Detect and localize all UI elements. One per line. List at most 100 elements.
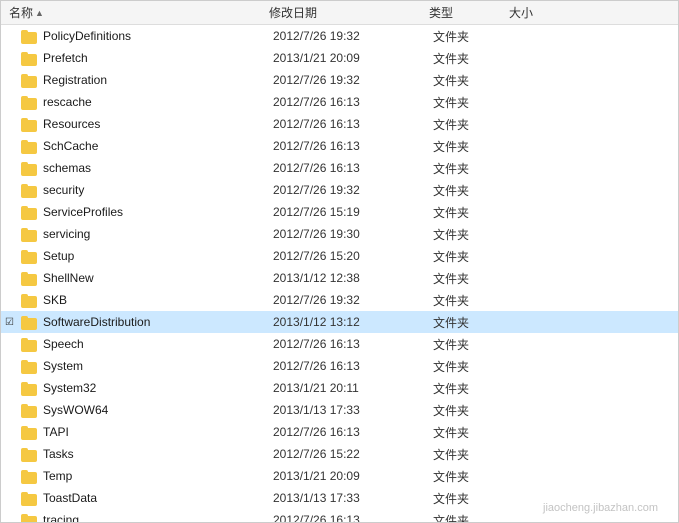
folder-icon (21, 270, 39, 286)
file-name: security (43, 183, 273, 197)
folder-icon (21, 358, 39, 374)
file-type: 文件夹 (433, 490, 513, 507)
header-size[interactable]: 大小 (505, 4, 585, 21)
folder-icon (21, 468, 39, 484)
folder-icon (21, 402, 39, 418)
file-date: 2013/1/13 17:33 (273, 491, 433, 505)
header-name-label: 名称 (9, 4, 33, 21)
file-name: schemas (43, 161, 273, 175)
table-row[interactable]: PolicyDefinitions2012/7/26 19:32文件夹 (1, 25, 678, 47)
table-row[interactable]: Registration2012/7/26 19:32文件夹 (1, 69, 678, 91)
file-date: 2012/7/26 16:13 (273, 513, 433, 522)
folder-icon (21, 490, 39, 506)
header-date[interactable]: 修改日期 (265, 4, 425, 21)
file-name: SKB (43, 293, 273, 307)
folder-icon (21, 380, 39, 396)
file-type: 文件夹 (433, 160, 513, 177)
table-row[interactable]: SKB2012/7/26 19:32文件夹 (1, 289, 678, 311)
table-row[interactable]: rescache2012/7/26 16:13文件夹 (1, 91, 678, 113)
file-type: 文件夹 (433, 424, 513, 441)
file-date: 2013/1/21 20:09 (273, 469, 433, 483)
file-type: 文件夹 (433, 116, 513, 133)
table-row[interactable]: tracing2012/7/26 16:13文件夹 (1, 509, 678, 522)
table-row[interactable]: security2012/7/26 19:32文件夹 (1, 179, 678, 201)
folder-icon (21, 512, 39, 522)
file-date: 2012/7/26 16:13 (273, 425, 433, 439)
file-date: 2012/7/26 19:32 (273, 293, 433, 307)
file-date: 2012/7/26 15:19 (273, 205, 433, 219)
file-name: ShellNew (43, 271, 273, 285)
file-type: 文件夹 (433, 358, 513, 375)
file-date: 2012/7/26 19:32 (273, 29, 433, 43)
file-date: 2012/7/26 16:13 (273, 337, 433, 351)
table-row[interactable]: TAPI2012/7/26 16:13文件夹 (1, 421, 678, 443)
file-type: 文件夹 (433, 248, 513, 265)
folder-icon (21, 204, 39, 220)
folder-icon (21, 446, 39, 462)
sort-arrow-name: ▲ (35, 8, 44, 18)
table-row[interactable]: ☑ SoftwareDistribution2013/1/12 13:12文件夹 (1, 311, 678, 333)
table-row[interactable]: Prefetch2013/1/21 20:09文件夹 (1, 47, 678, 69)
file-name: Registration (43, 73, 273, 87)
header-type-label: 类型 (429, 4, 453, 21)
header-type[interactable]: 类型 (425, 4, 505, 21)
folder-icon (21, 138, 39, 154)
column-header: 名称 ▲ 修改日期 类型 大小 (1, 1, 678, 25)
file-date: 2012/7/26 15:20 (273, 249, 433, 263)
file-name: Setup (43, 249, 273, 263)
file-name: PolicyDefinitions (43, 29, 273, 43)
file-name: Speech (43, 337, 273, 351)
file-type: 文件夹 (433, 270, 513, 287)
file-date: 2012/7/26 16:13 (273, 161, 433, 175)
file-date: 2012/7/26 15:22 (273, 447, 433, 461)
folder-icon (21, 160, 39, 176)
file-type: 文件夹 (433, 94, 513, 111)
file-date: 2013/1/21 20:09 (273, 51, 433, 65)
table-row[interactable]: servicing2012/7/26 19:30文件夹 (1, 223, 678, 245)
folder-icon (21, 292, 39, 308)
file-name: Resources (43, 117, 273, 131)
table-row[interactable]: schemas2012/7/26 16:13文件夹 (1, 157, 678, 179)
file-name: Prefetch (43, 51, 273, 65)
table-row[interactable]: SchCache2012/7/26 16:13文件夹 (1, 135, 678, 157)
file-name: tracing (43, 513, 273, 522)
header-date-label: 修改日期 (269, 4, 317, 21)
file-name: SysWOW64 (43, 403, 273, 417)
folder-icon (21, 94, 39, 110)
file-name: ToastData (43, 491, 273, 505)
file-date: 2012/7/26 16:13 (273, 117, 433, 131)
file-date: 2012/7/26 19:32 (273, 183, 433, 197)
table-row[interactable]: SysWOW642013/1/13 17:33文件夹 (1, 399, 678, 421)
file-date: 2013/1/12 13:12 (273, 315, 433, 329)
file-date: 2012/7/26 19:30 (273, 227, 433, 241)
table-row[interactable]: System322013/1/21 20:11文件夹 (1, 377, 678, 399)
file-name: TAPI (43, 425, 273, 439)
table-row[interactable]: Resources2012/7/26 16:13文件夹 (1, 113, 678, 135)
header-name[interactable]: 名称 ▲ (5, 4, 265, 21)
file-list-body[interactable]: PolicyDefinitions2012/7/26 19:32文件夹Prefe… (1, 25, 678, 522)
file-name: rescache (43, 95, 273, 109)
file-date: 2012/7/26 16:13 (273, 95, 433, 109)
file-name: System (43, 359, 273, 373)
file-type: 文件夹 (433, 50, 513, 67)
file-name: SoftwareDistribution (43, 315, 273, 329)
file-name: ServiceProfiles (43, 205, 273, 219)
table-row[interactable]: Speech2012/7/26 16:13文件夹 (1, 333, 678, 355)
file-name: Tasks (43, 447, 273, 461)
row-checkbox: ☑ (5, 317, 21, 328)
table-row[interactable]: System2012/7/26 16:13文件夹 (1, 355, 678, 377)
table-row[interactable]: Temp2013/1/21 20:09文件夹 (1, 465, 678, 487)
table-row[interactable]: Tasks2012/7/26 15:22文件夹 (1, 443, 678, 465)
file-date: 2013/1/21 20:11 (273, 381, 433, 395)
folder-icon (21, 28, 39, 44)
table-row[interactable]: ShellNew2013/1/12 12:38文件夹 (1, 267, 678, 289)
file-date: 2012/7/26 16:13 (273, 139, 433, 153)
table-row[interactable]: ServiceProfiles2012/7/26 15:19文件夹 (1, 201, 678, 223)
file-type: 文件夹 (433, 28, 513, 45)
file-name: Temp (43, 469, 273, 483)
folder-icon (21, 336, 39, 352)
table-row[interactable]: Setup2012/7/26 15:20文件夹 (1, 245, 678, 267)
table-row[interactable]: ToastData2013/1/13 17:33文件夹 (1, 487, 678, 509)
file-type: 文件夹 (433, 182, 513, 199)
file-type: 文件夹 (433, 314, 513, 331)
